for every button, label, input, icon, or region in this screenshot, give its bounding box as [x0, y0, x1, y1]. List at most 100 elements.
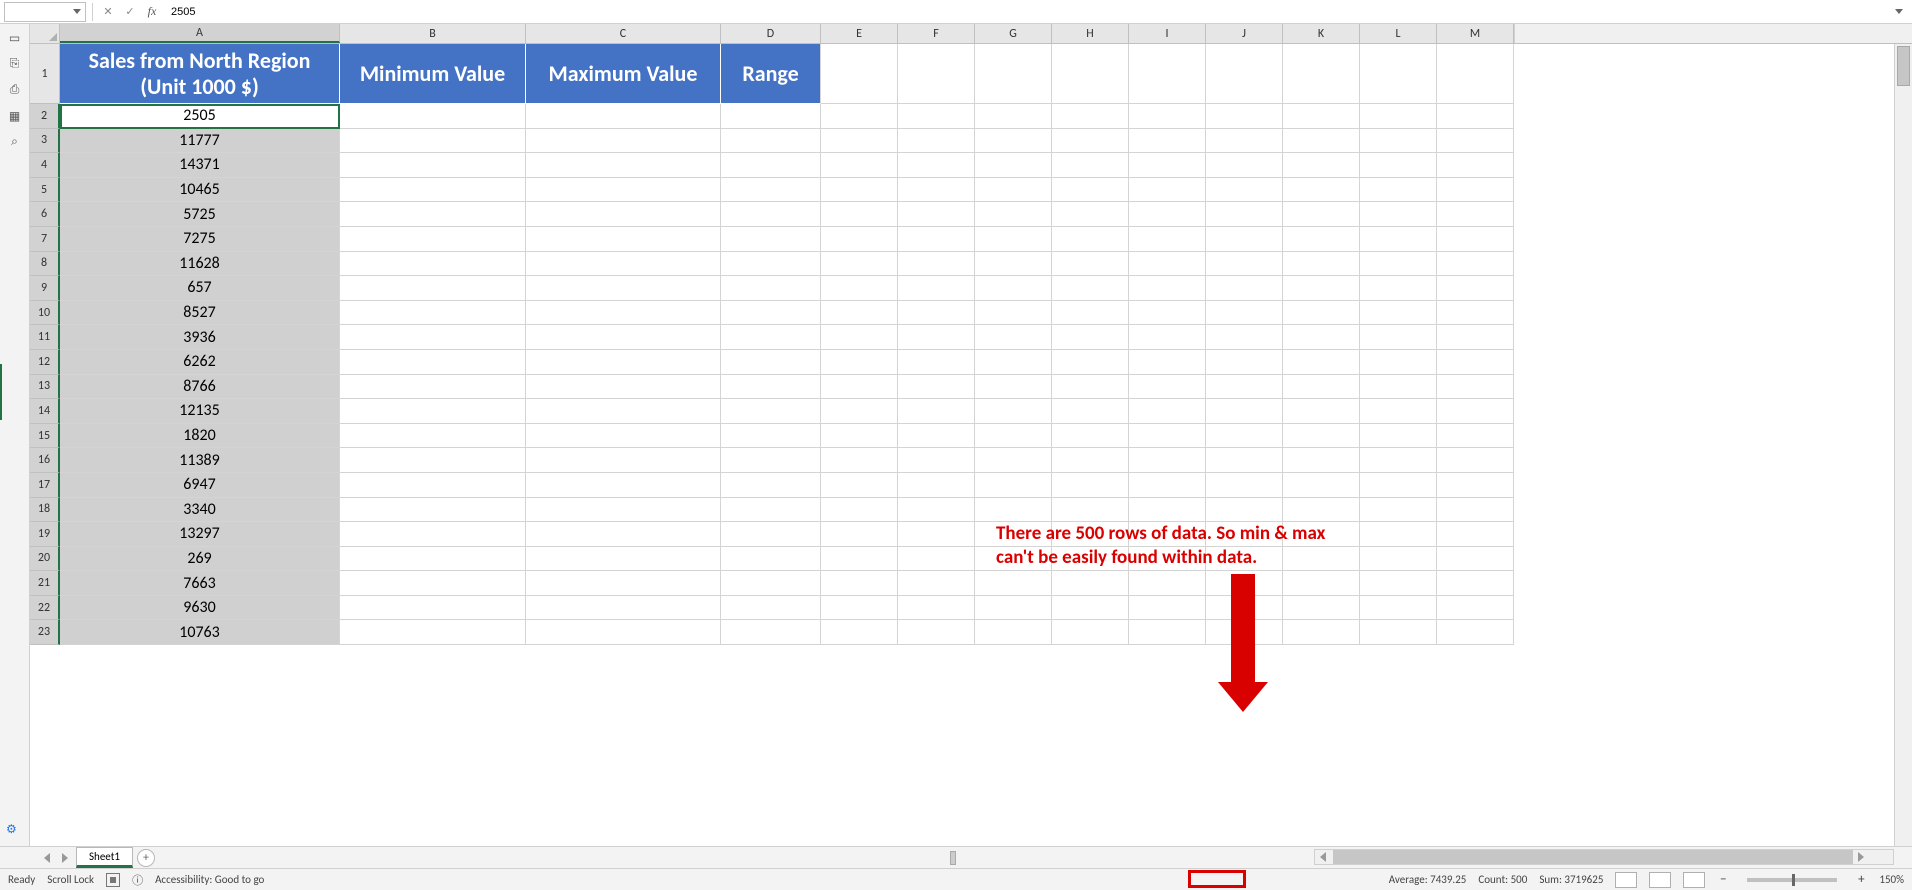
cell-D[interactable] — [721, 227, 821, 252]
cell[interactable] — [1206, 44, 1283, 104]
row-header[interactable]: 19 — [30, 522, 60, 547]
cell[interactable] — [1360, 227, 1437, 252]
cell-C[interactable] — [526, 350, 721, 375]
cell[interactable] — [1437, 104, 1514, 129]
cell[interactable] — [1129, 424, 1206, 449]
cell[interactable] — [821, 596, 898, 621]
row-header[interactable]: 7 — [30, 227, 60, 252]
cell[interactable] — [975, 129, 1052, 154]
cell-A[interactable]: 6947 — [60, 473, 340, 498]
column-header-A[interactable]: A — [60, 24, 340, 43]
cell[interactable] — [1437, 547, 1514, 572]
row-header[interactable]: 21 — [30, 571, 60, 596]
cell-C[interactable] — [526, 325, 721, 350]
cell[interactable] — [821, 227, 898, 252]
cell[interactable] — [1206, 325, 1283, 350]
cell[interactable] — [1437, 596, 1514, 621]
cell[interactable] — [1437, 350, 1514, 375]
cell[interactable] — [1283, 325, 1360, 350]
cell-B[interactable] — [340, 350, 526, 375]
cell[interactable] — [1437, 227, 1514, 252]
cell[interactable] — [1129, 276, 1206, 301]
cell[interactable] — [821, 276, 898, 301]
cell[interactable] — [1360, 522, 1437, 547]
cell[interactable] — [1360, 424, 1437, 449]
cell-B[interactable] — [340, 178, 526, 203]
cell-A[interactable]: 657 — [60, 276, 340, 301]
chevron-down-icon[interactable] — [73, 9, 81, 14]
cell[interactable] — [975, 153, 1052, 178]
cell[interactable] — [975, 44, 1052, 104]
cell[interactable] — [1206, 350, 1283, 375]
cell[interactable] — [1129, 252, 1206, 277]
cell[interactable] — [1129, 547, 1206, 572]
cell-D[interactable] — [721, 547, 821, 572]
cell-A[interactable]: 11389 — [60, 448, 340, 473]
row-header[interactable]: 12 — [30, 350, 60, 375]
cell[interactable] — [821, 44, 898, 104]
cell[interactable] — [1283, 620, 1360, 645]
cell[interactable] — [1360, 448, 1437, 473]
cell[interactable] — [1437, 448, 1514, 473]
cell[interactable] — [1437, 178, 1514, 203]
cell[interactable] — [1129, 399, 1206, 424]
cell-B[interactable] — [340, 375, 526, 400]
cell[interactable] — [1283, 498, 1360, 523]
cell[interactable] — [821, 399, 898, 424]
cell[interactable] — [898, 375, 975, 400]
cell[interactable] — [1437, 375, 1514, 400]
cell[interactable] — [1052, 522, 1129, 547]
cell-D[interactable] — [721, 522, 821, 547]
cell-A[interactable]: 12135 — [60, 399, 340, 424]
cell[interactable] — [821, 350, 898, 375]
cell[interactable] — [1129, 448, 1206, 473]
cell[interactable] — [821, 301, 898, 326]
cell-D[interactable] — [721, 350, 821, 375]
cell[interactable] — [1052, 424, 1129, 449]
cell[interactable] — [1283, 153, 1360, 178]
cell[interactable] — [975, 424, 1052, 449]
cell[interactable] — [975, 448, 1052, 473]
cell[interactable] — [898, 104, 975, 129]
row-header[interactable]: 11 — [30, 325, 60, 350]
cell[interactable] — [1283, 227, 1360, 252]
cell[interactable] — [1437, 276, 1514, 301]
cell-B[interactable] — [340, 227, 526, 252]
column-header-L[interactable]: L — [1360, 24, 1437, 43]
horizontal-scroll-thumb[interactable] — [1333, 850, 1853, 864]
cell[interactable] — [1283, 301, 1360, 326]
cell-C[interactable] — [526, 276, 721, 301]
page-break-view-button[interactable] — [1683, 872, 1705, 888]
cell-C[interactable] — [526, 424, 721, 449]
cell[interactable] — [1283, 571, 1360, 596]
cancel-formula-button[interactable]: ✕ — [99, 3, 117, 21]
cell[interactable] — [1129, 473, 1206, 498]
cell[interactable] — [1129, 571, 1206, 596]
cell[interactable] — [898, 620, 975, 645]
cell[interactable] — [975, 276, 1052, 301]
cell[interactable] — [821, 571, 898, 596]
cell[interactable] — [1052, 44, 1129, 104]
cell[interactable] — [1052, 620, 1129, 645]
cell-A[interactable]: 13297 — [60, 522, 340, 547]
cell[interactable] — [1129, 129, 1206, 154]
cell[interactable] — [1360, 276, 1437, 301]
cell-C[interactable] — [526, 596, 721, 621]
cell[interactable] — [1283, 104, 1360, 129]
cell[interactable] — [1052, 571, 1129, 596]
cell[interactable] — [1283, 473, 1360, 498]
cell[interactable] — [975, 178, 1052, 203]
cell[interactable] — [975, 571, 1052, 596]
cell-A[interactable]: 7663 — [60, 571, 340, 596]
cell[interactable] — [898, 522, 975, 547]
cell-B[interactable] — [340, 620, 526, 645]
cell-B[interactable] — [340, 325, 526, 350]
cell[interactable] — [1283, 424, 1360, 449]
macro-recording-icon[interactable] — [106, 873, 120, 887]
row-header[interactable]: 20 — [30, 547, 60, 572]
cell-B[interactable] — [340, 424, 526, 449]
cell[interactable] — [1206, 153, 1283, 178]
cell[interactable] — [1283, 547, 1360, 572]
cell-A[interactable]: 10465 — [60, 178, 340, 203]
collapsed-pane-handle[interactable] — [0, 364, 2, 420]
